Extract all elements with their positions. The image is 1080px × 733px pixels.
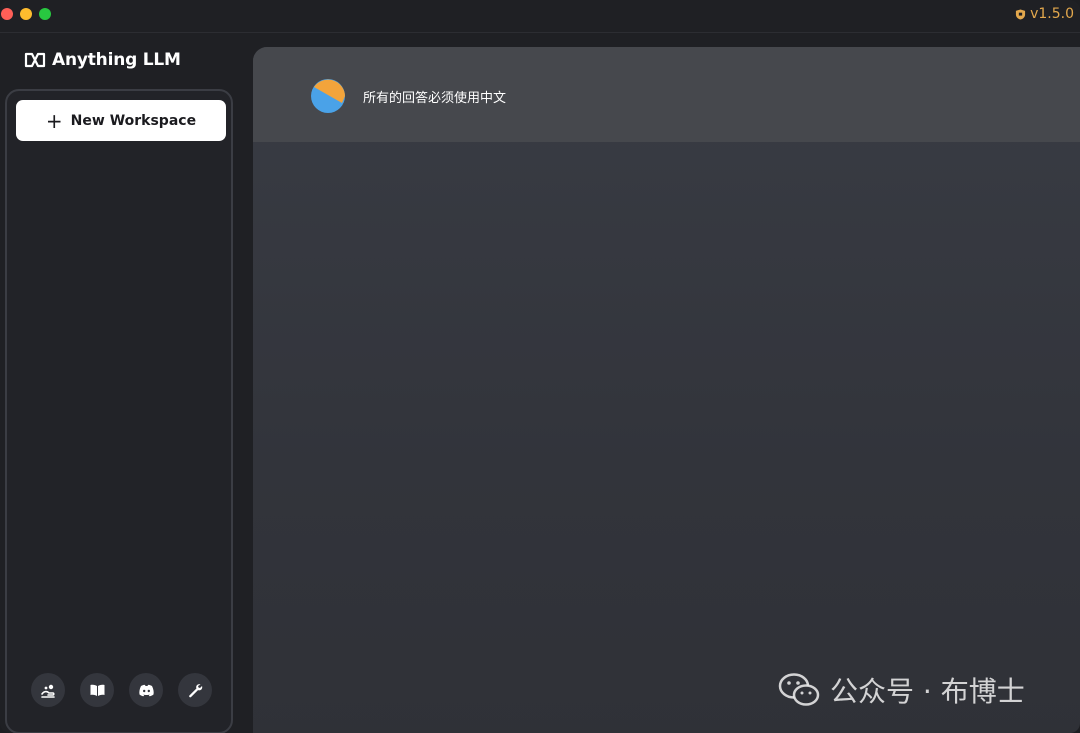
shield-icon xyxy=(1015,8,1026,20)
app-window: v1.5.0 Anything LLM + New Workspace 所有的回… xyxy=(0,0,1080,733)
discord-button[interactable] xyxy=(129,673,163,707)
community-hub-icon xyxy=(40,684,55,698)
maximize-window-button[interactable] xyxy=(39,8,51,20)
app-logo: Anything LLM xyxy=(24,50,181,70)
discord-icon xyxy=(138,684,154,696)
main-panel: 所有的回答必须使用中文 xyxy=(253,47,1080,733)
new-workspace-label: New Workspace xyxy=(70,112,197,129)
workspace-title: 所有的回答必须使用中文 xyxy=(363,91,507,106)
version-text: v1.5.0 xyxy=(1030,6,1074,22)
settings-wrench-icon xyxy=(188,683,202,697)
docs-book-icon xyxy=(90,684,104,696)
wechat-icon xyxy=(778,673,820,706)
watermark-text: 公众号 · 布博士 xyxy=(830,675,1025,708)
plus-icon: + xyxy=(45,108,63,133)
workspace-header: 所有的回答必须使用中文 xyxy=(253,47,1080,142)
title-bar: v1.5.0 xyxy=(0,0,1080,33)
version-badge: v1.5.0 xyxy=(1015,6,1074,22)
settings-button[interactable] xyxy=(178,673,212,707)
docs-button[interactable] xyxy=(80,673,114,707)
minimize-window-button[interactable] xyxy=(20,8,32,20)
sidebar: + New Workspace xyxy=(5,89,233,733)
logo-text: Anything LLM xyxy=(52,50,181,70)
sidebar-footer xyxy=(31,673,212,707)
community-hub-button[interactable] xyxy=(31,673,65,707)
anything-llm-logo-icon xyxy=(24,52,46,68)
workspace-avatar-icon xyxy=(311,79,345,113)
new-workspace-button[interactable]: + New Workspace xyxy=(16,100,226,141)
watermark: 公众号 · 布博士 xyxy=(778,670,1025,710)
close-window-button[interactable] xyxy=(1,8,13,20)
